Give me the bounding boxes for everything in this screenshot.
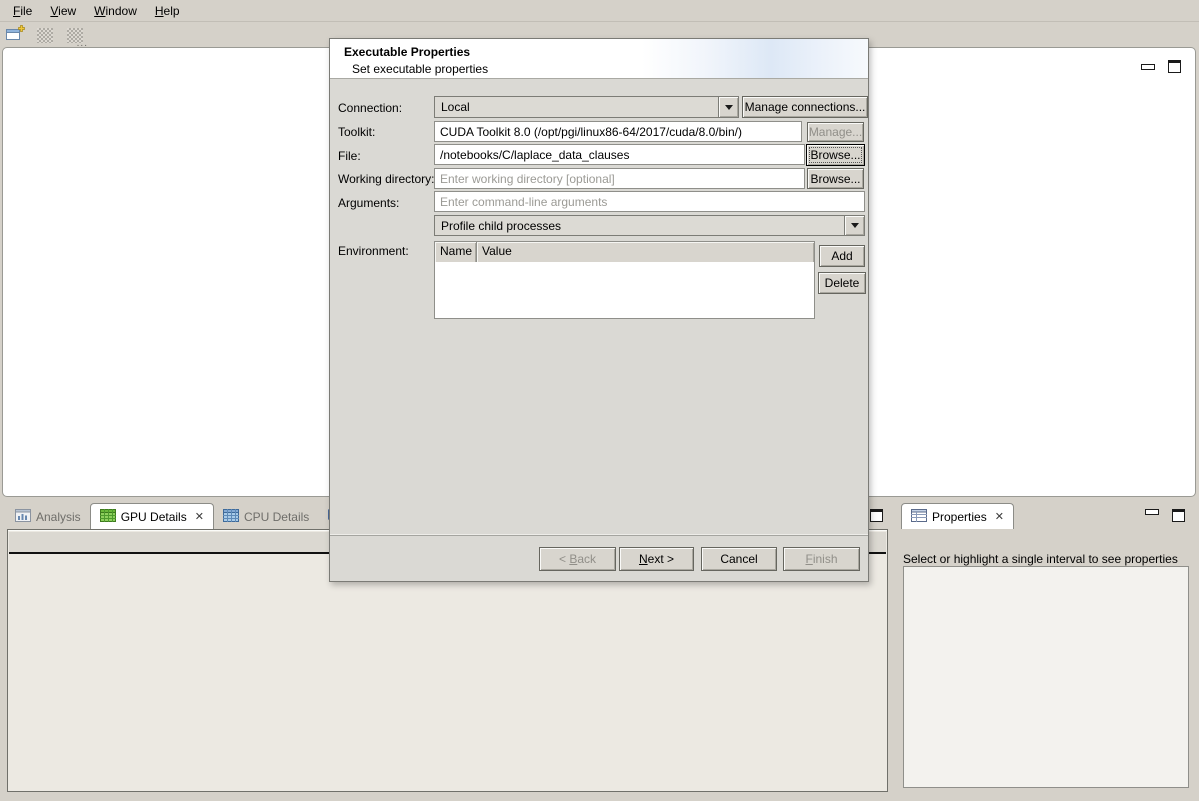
minimize-icon[interactable] [1141,64,1155,70]
manage-connections-button[interactable]: Manage connections... [742,96,868,118]
file-label: File: [338,149,361,163]
env-column-value[interactable]: Value [477,242,814,262]
save-session-icon [37,28,53,43]
menu-view[interactable]: View [41,1,85,21]
minimize-icon[interactable] [1145,509,1159,515]
add-button[interactable]: Add [819,245,865,267]
delete-button[interactable]: Delete [818,272,866,294]
gpu-table-body [9,554,886,790]
export-session-button-disabled: ... [64,25,86,45]
workdir-browse-button[interactable]: Browse... [807,168,864,189]
tab-label: CPU Details [244,510,309,524]
save-session-button-disabled [34,25,56,45]
tab-cpu-details[interactable]: CPU Details [214,505,318,529]
connection-label: Connection: [338,101,402,115]
chevron-down-icon[interactable] [718,97,738,117]
menu-bar: File View Window Help [0,0,1199,22]
application-window: File View Window Help ... [0,0,1199,801]
properties-tabbar: Properties ✕ [897,503,1197,529]
toolkit-label: Toolkit: [338,125,375,139]
environment-table-body[interactable] [435,262,814,318]
finish-button: Finish [783,547,860,571]
profile-child-processes-combo[interactable]: Profile child processes [434,215,865,236]
close-icon[interactable]: ✕ [195,510,204,523]
maximize-icon[interactable] [1168,60,1181,73]
environment-table-header: Name Value [435,242,814,263]
menu-help[interactable]: Help [146,1,189,21]
tab-label: Properties [932,510,987,524]
analysis-icon [15,509,31,525]
dialog-title: Executable Properties [344,45,470,59]
file-browse-button[interactable]: Browse... [806,144,865,166]
toolkit-input[interactable] [434,121,802,142]
executable-properties-dialog: Executable Properties Set executable pro… [329,38,869,582]
properties-message: Select or highlight a single interval to… [903,552,1189,566]
menu-window[interactable]: Window [85,1,146,21]
working-directory-label: Working directory: [338,172,434,186]
back-button: < Back [539,547,616,571]
toolkit-manage-button: Manage... [807,122,864,142]
cancel-button[interactable]: Cancel [701,547,777,571]
close-icon[interactable]: ✕ [995,510,1004,523]
menu-file[interactable]: File [4,1,41,21]
environment-table[interactable]: Name Value [434,241,815,319]
tab-analysis[interactable]: Analysis [6,505,90,529]
maximize-icon[interactable] [870,509,883,522]
connection-combo[interactable]: Local [434,96,739,118]
connection-value: Local [435,100,718,114]
properties-panel: Properties ✕ Select or highlight a singl… [897,503,1197,795]
env-column-name[interactable]: Name [435,242,477,262]
profile-child-processes-value: Profile child processes [435,219,844,233]
properties-box [903,566,1189,788]
working-directory-input[interactable] [434,168,805,189]
dialog-button-bar: < Back Next > Cancel Finish [330,535,868,581]
cpu-details-icon [223,509,239,525]
arguments-input[interactable] [434,191,865,212]
environment-label: Environment: [338,244,409,258]
arguments-label: Arguments: [338,196,399,210]
gpu-details-icon [100,509,116,525]
new-session-icon [5,25,25,45]
tab-label: GPU Details [121,510,187,524]
dialog-header: Executable Properties Set executable pro… [330,39,868,79]
maximize-icon[interactable] [1172,509,1185,522]
file-input[interactable] [434,144,805,165]
tab-properties[interactable]: Properties ✕ [901,503,1014,529]
next-button[interactable]: Next > [619,547,694,571]
properties-icon [911,509,927,525]
chevron-down-icon[interactable] [844,216,864,235]
tab-gpu-details[interactable]: GPU Details ✕ [90,503,214,529]
tab-label: Analysis [36,510,81,524]
dialog-subtitle: Set executable properties [352,62,488,76]
new-session-button[interactable] [4,25,26,45]
